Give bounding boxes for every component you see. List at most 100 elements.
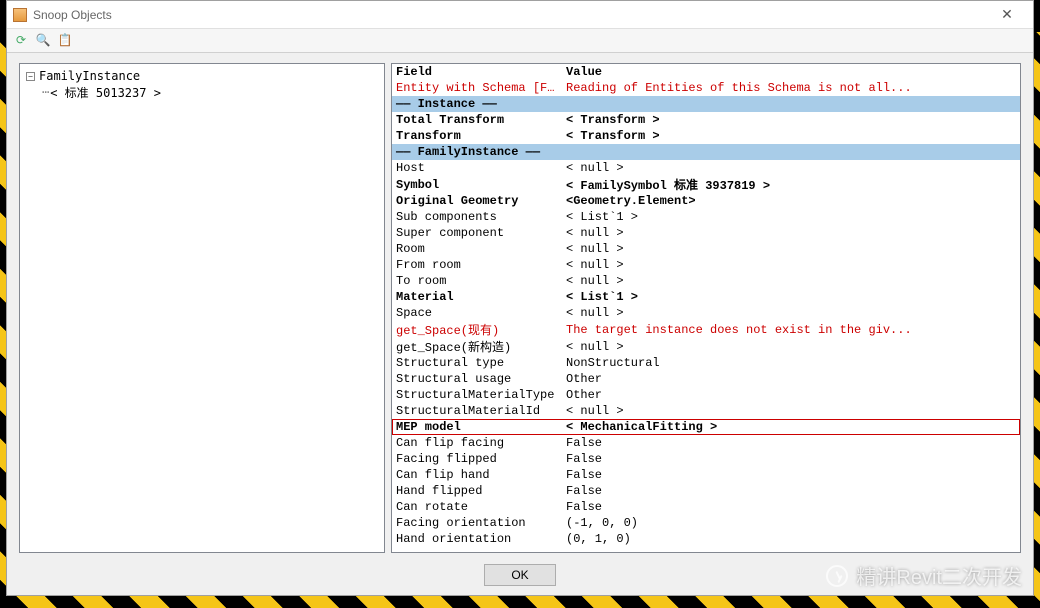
cell-value: The target instance does not exist in th… bbox=[562, 321, 1020, 338]
cell-value: (0, 1, 0) bbox=[562, 531, 1020, 547]
table-row[interactable]: Can flip facingFalse bbox=[392, 435, 1020, 451]
cell-value: < null > bbox=[562, 241, 1020, 257]
tree-root-label: FamilyInstance bbox=[39, 69, 140, 83]
table-row[interactable]: Entity with Schema [FamilyBro...Reading … bbox=[392, 80, 1020, 96]
table-row[interactable]: Structural typeNonStructural bbox=[392, 355, 1020, 371]
table-row[interactable]: Can rotateFalse bbox=[392, 499, 1020, 515]
cell-field: Original Geometry bbox=[392, 193, 562, 209]
cell-value: < null > bbox=[562, 257, 1020, 273]
cell-value: < List`1 > bbox=[562, 209, 1020, 225]
cell-value: (-1, 0, 0) bbox=[562, 515, 1020, 531]
property-grid: Field Value Entity with Schema [FamilyBr… bbox=[391, 63, 1021, 553]
header-value[interactable]: Value bbox=[562, 64, 1020, 80]
refresh-icon[interactable]: ⟳ bbox=[13, 33, 29, 49]
cell-value: False bbox=[562, 451, 1020, 467]
cell-field: —— FamilyInstance —— bbox=[392, 144, 562, 160]
table-row[interactable]: Hand flippedFalse bbox=[392, 483, 1020, 499]
cell-value: < List`1 > bbox=[562, 289, 1020, 305]
cell-field: StructuralMaterialType bbox=[392, 387, 562, 403]
tree-panel[interactable]: − FamilyInstance ⋯ < 标准 5013237 > bbox=[19, 63, 385, 553]
table-row[interactable]: Space< null > bbox=[392, 305, 1020, 321]
cell-field: Room bbox=[392, 241, 562, 257]
cell-field: Transform bbox=[392, 128, 562, 144]
header-field[interactable]: Field bbox=[392, 64, 562, 80]
table-row[interactable]: Host< null > bbox=[392, 160, 1020, 176]
close-button[interactable]: ✕ bbox=[987, 6, 1027, 23]
cell-field: Total Transform bbox=[392, 112, 562, 128]
table-row[interactable]: Sub components< List`1 > bbox=[392, 209, 1020, 225]
copy-icon[interactable]: 📋 bbox=[57, 33, 73, 49]
cell-value: Other bbox=[562, 387, 1020, 403]
table-row[interactable]: Total Transform< Transform > bbox=[392, 112, 1020, 128]
cell-field: Material bbox=[392, 289, 562, 305]
table-row[interactable]: To room< null > bbox=[392, 273, 1020, 289]
table-row[interactable]: get_Space(新构造)< null > bbox=[392, 338, 1020, 355]
cell-value: < null > bbox=[562, 338, 1020, 355]
cell-field: Super component bbox=[392, 225, 562, 241]
table-row[interactable]: Transform< Transform > bbox=[392, 128, 1020, 144]
cell-value: < FamilySymbol 标准 3937819 > bbox=[562, 176, 1020, 193]
table-row[interactable]: Super component< null > bbox=[392, 225, 1020, 241]
app-icon bbox=[13, 8, 27, 22]
cell-value: < null > bbox=[562, 403, 1020, 419]
cell-field: Hand flipped bbox=[392, 483, 562, 499]
table-row[interactable]: Room< null > bbox=[392, 241, 1020, 257]
cell-field: Hand orientation bbox=[392, 531, 562, 547]
grid-scroll[interactable]: Field Value Entity with Schema [FamilyBr… bbox=[392, 64, 1020, 552]
table-row[interactable]: From room< null > bbox=[392, 257, 1020, 273]
tree-child-row[interactable]: ⋯ < 标准 5013237 > bbox=[22, 84, 382, 100]
cell-field: StructuralMaterialId bbox=[392, 403, 562, 419]
cell-value: <Geometry.Element> bbox=[562, 193, 1020, 209]
cell-value: False bbox=[562, 483, 1020, 499]
cell-field: Facing orientation bbox=[392, 515, 562, 531]
cell-field: To room bbox=[392, 273, 562, 289]
cell-value: False bbox=[562, 467, 1020, 483]
cell-field: Facing flipped bbox=[392, 451, 562, 467]
grid-table: Field Value Entity with Schema [FamilyBr… bbox=[392, 64, 1020, 547]
cell-field: Sub components bbox=[392, 209, 562, 225]
grid-header-row: Field Value bbox=[392, 64, 1020, 80]
cell-field: get_Space(现有) bbox=[392, 321, 562, 338]
table-row[interactable]: get_Space(现有)The target instance does no… bbox=[392, 321, 1020, 338]
toolbar: ⟳ 🔍 📋 bbox=[7, 29, 1033, 53]
cell-field: MEP model bbox=[392, 419, 562, 435]
cell-value: < null > bbox=[562, 305, 1020, 321]
cell-value: NonStructural bbox=[562, 355, 1020, 371]
ok-button[interactable]: OK bbox=[484, 564, 556, 586]
table-row[interactable]: Structural usageOther bbox=[392, 371, 1020, 387]
footer: OK bbox=[7, 559, 1033, 595]
table-row[interactable]: Can flip handFalse bbox=[392, 467, 1020, 483]
cell-value: < null > bbox=[562, 160, 1020, 176]
cell-field: Space bbox=[392, 305, 562, 321]
cell-field: Symbol bbox=[392, 176, 562, 193]
cell-field: Can rotate bbox=[392, 499, 562, 515]
cell-value: Reading of Entities of this Schema is no… bbox=[562, 80, 1020, 96]
table-row[interactable]: —— Instance —— bbox=[392, 96, 1020, 112]
cell-value bbox=[562, 96, 1020, 112]
table-row[interactable]: Symbol< FamilySymbol 标准 3937819 > bbox=[392, 176, 1020, 193]
table-row[interactable]: —— FamilyInstance —— bbox=[392, 144, 1020, 160]
titlebar: Snoop Objects ✕ bbox=[7, 1, 1033, 29]
search-icon[interactable]: 🔍 bbox=[35, 33, 51, 49]
tree-root-row[interactable]: − FamilyInstance bbox=[22, 68, 382, 84]
table-row[interactable]: Facing orientation(-1, 0, 0) bbox=[392, 515, 1020, 531]
cell-value: < null > bbox=[562, 273, 1020, 289]
tree-child-label: < 标准 5013237 > bbox=[50, 84, 161, 101]
window: Snoop Objects ✕ ⟳ 🔍 📋 − FamilyInstance ⋯… bbox=[6, 0, 1034, 596]
cell-value: False bbox=[562, 435, 1020, 451]
cell-field: Host bbox=[392, 160, 562, 176]
table-row[interactable]: Hand orientation(0, 1, 0) bbox=[392, 531, 1020, 547]
table-row[interactable]: Material< List`1 > bbox=[392, 289, 1020, 305]
cell-field: Structural usage bbox=[392, 371, 562, 387]
cell-field: Entity with Schema [FamilyBro... bbox=[392, 80, 562, 96]
cell-field: From room bbox=[392, 257, 562, 273]
table-row[interactable]: Original Geometry<Geometry.Element> bbox=[392, 193, 1020, 209]
table-row[interactable]: StructuralMaterialId< null > bbox=[392, 403, 1020, 419]
table-row[interactable]: MEP model< MechanicalFitting > bbox=[392, 419, 1020, 435]
cell-field: —— Instance —— bbox=[392, 96, 562, 112]
collapse-icon[interactable]: − bbox=[26, 72, 35, 81]
cell-value: False bbox=[562, 499, 1020, 515]
table-row[interactable]: StructuralMaterialTypeOther bbox=[392, 387, 1020, 403]
cell-value: Other bbox=[562, 371, 1020, 387]
table-row[interactable]: Facing flippedFalse bbox=[392, 451, 1020, 467]
